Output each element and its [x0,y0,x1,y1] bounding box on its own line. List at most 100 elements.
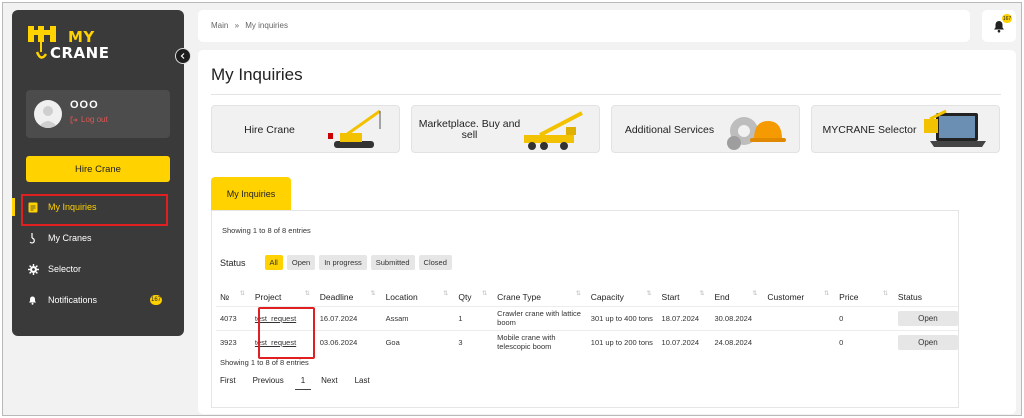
cell-price: 0 [835,305,894,330]
status-filter-open[interactable]: Open [286,255,316,270]
table-header-row: № ⇅ Project ⇅ Deadline ⇅ Location ⇅ Qty ⇅ Cra… [216,288,958,306]
column-header-number[interactable]: № ⇅ [216,288,251,306]
chevron-left-icon [180,53,185,59]
laptop-crane-image [924,109,986,147]
status-label: Status [220,257,246,268]
status-filter-in-progress[interactable]: In progress [319,255,367,270]
cell-capacity: 101 up to 200 tons [586,329,658,354]
entries-info-bottom: Showing 1 to 8 of 8 entries [220,358,309,367]
status-filter-submitted[interactable]: Submitted [370,255,415,270]
inquiries-panel: Showing 1 to 8 of 8 entries Status All O… [211,210,959,408]
pagination-previous[interactable]: Previous [253,376,284,390]
pagination-first[interactable]: First [220,376,236,390]
pagination-last[interactable]: Last [355,376,370,390]
cell-location: Assam [381,305,455,330]
card-label: Hire Crane [244,123,295,136]
cell-qty: 1 [454,305,494,330]
status-open-button[interactable]: Open [897,310,958,326]
column-header-customer[interactable]: Customer ⇅ [763,288,835,306]
cell-end: 30.08.2024 [710,305,764,330]
cell-number: 4073 [216,305,251,330]
title-divider [211,94,1001,95]
gears-helmet-image [727,117,786,150]
column-header-status[interactable]: Status [894,288,958,306]
cell-qty: 3 [454,329,494,354]
card-additional-services[interactable]: Additional Services [611,105,800,153]
card-label: Marketplace. Buy and sell [418,118,521,141]
tab-my-inquiries[interactable]: My Inquiries [211,177,291,211]
bell-icon [26,295,48,305]
column-header-qty[interactable]: Qty ⇅ [454,288,493,306]
cell-crane-type: Crawler crane with lattice boom [493,305,587,330]
status-filter-all[interactable]: All [264,255,283,270]
column-header-project[interactable]: Project ⇅ [251,288,316,306]
collapse-sidebar-button[interactable] [175,48,191,64]
cell-start: 10.07.2024 [657,329,711,354]
table-row[interactable]: 4073 test_request 16.07.2024 Assam 1 Cra… [216,305,958,330]
card-hire-crane[interactable]: Hire Crane [211,105,400,153]
table-row[interactable]: 3923 test_request 03.06.2024 Goa 3 Mobil… [216,329,958,354]
breadcrumb: Main » My inquiries [211,21,288,30]
status-open-button[interactable]: Open [897,334,958,350]
highlight-box-my-inquiries [21,194,168,226]
cell-deadline: 16.07.2024 [315,305,382,330]
logo-text-my: MY [68,28,95,46]
card-mycrane-selector[interactable]: MYCRANE Selector [811,105,1000,153]
column-label: Location [385,291,418,302]
sort-icon: ⇅ [443,291,449,297]
main-content: My Inquiries Hire Crane Marketplace. Buy… [198,50,1016,414]
crane-truck-image [524,111,583,150]
column-header-capacity[interactable]: Capacity ⇅ [587,288,658,306]
breadcrumb-separator: » [234,21,240,30]
sidebar-item-selector[interactable]: Selector [26,255,170,283]
avatar[interactable] [34,100,62,128]
mycrane-logo[interactable]: MY CRANE [26,24,136,66]
logout-icon [70,116,78,123]
sidebar-item-my-cranes[interactable]: My Cranes [26,224,170,252]
cell-crane-type: Mobile crane with telescopic boom [493,329,587,354]
sidebar-item-label: Selector [48,264,82,274]
logout-link[interactable]: Log out [70,115,108,124]
cell-price: 0 [835,329,894,354]
pagination-current-page[interactable]: 1 [294,376,312,390]
status-filter-bar: Status All Open In progress Submitted Cl… [220,255,452,270]
cell-start: 18.07.2024 [657,305,711,330]
column-header-price[interactable]: Price ⇅ [835,288,894,306]
cell-customer [763,305,836,330]
column-header-start[interactable]: Start ⇅ [658,288,711,306]
column-header-end[interactable]: End ⇅ [710,288,763,306]
sidebar-item-notifications[interactable]: Notifications [26,286,170,314]
cell-location: Goa [381,329,455,354]
cell-number: 3923 [216,329,251,354]
breadcrumb-main[interactable]: Main [211,21,228,30]
column-label: Deadline [319,291,354,302]
logo-text-crane: CRANE [50,44,110,62]
crawler-crane-image [328,109,381,148]
hire-crane-button[interactable]: Hire Crane [26,156,170,182]
column-label: Capacity [590,291,624,302]
sort-icon: ⇅ [370,291,376,297]
notifications-button[interactable]: 167 [982,10,1016,42]
breadcrumb-current: My inquiries [245,21,288,30]
sort-icon: ⇅ [575,291,581,297]
column-label: Crane Type [497,291,541,302]
active-indicator [12,198,15,216]
pagination-next[interactable]: Next [321,376,337,390]
cell-customer [763,329,836,354]
column-header-crane-type[interactable]: Crane Type ⇅ [493,288,587,306]
sort-icon: ⇅ [824,291,830,297]
highlight-box-project-links [258,307,315,359]
card-marketplace[interactable]: Marketplace. Buy and sell [411,105,600,153]
column-header-location[interactable]: Location ⇅ [382,288,455,306]
notification-count-badge: 167 [1002,14,1012,23]
user-card: OOO Log out [26,90,170,138]
sidebar-item-label: My Cranes [48,233,92,243]
sort-icon: ⇅ [752,291,758,297]
column-label: End [714,291,730,302]
sort-icon: ⇅ [482,291,488,297]
hook-icon [26,232,48,244]
cell-status: Open [893,305,958,330]
sort-icon: ⇅ [304,291,310,297]
status-filter-closed[interactable]: Closed [418,255,452,270]
column-header-deadline[interactable]: Deadline ⇅ [316,288,382,306]
